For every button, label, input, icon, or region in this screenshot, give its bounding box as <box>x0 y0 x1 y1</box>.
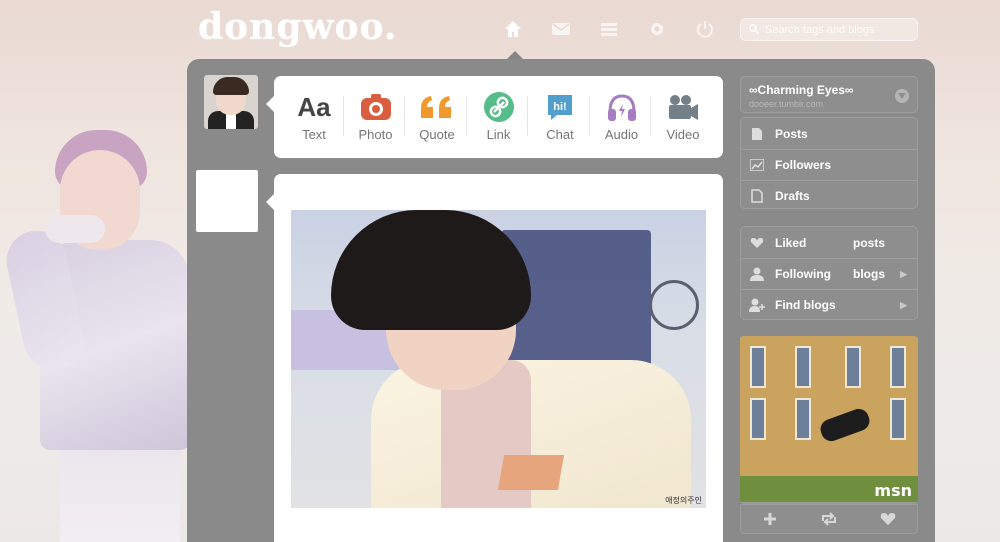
followers-icon <box>749 157 765 173</box>
radar-actions <box>740 504 918 534</box>
photo-post: 애정의주인 <box>266 174 723 542</box>
headphones-icon <box>606 90 638 124</box>
post-author-avatar[interactable] <box>196 170 258 232</box>
top-navigation <box>500 16 718 42</box>
video-camera-icon <box>666 90 700 124</box>
chevron-down-icon[interactable] <box>895 89 909 103</box>
drafts-icon <box>749 188 765 204</box>
mercedes-logo <box>649 280 699 330</box>
blog-name: ∞Charming Eyes∞ <box>749 83 854 97</box>
camera-icon <box>360 90 392 124</box>
list-icon[interactable] <box>596 16 622 42</box>
post-photo[interactable]: 애정의주인 <box>291 210 706 508</box>
posts-icon <box>749 126 765 142</box>
svg-text:hi!: hi! <box>553 101 566 113</box>
sidebar-item-following-blogs[interactable]: Following blogs ▶ <box>741 258 917 289</box>
post-type-link[interactable]: Link <box>465 90 527 158</box>
post-type-video[interactable]: Video <box>650 90 711 158</box>
dashboard-menu: Liked posts Following blogs ▶ Find blogs… <box>740 226 918 320</box>
mail-icon[interactable] <box>548 16 574 42</box>
sidebar-item-drafts[interactable]: Drafts <box>741 180 917 211</box>
sidebar-item-posts[interactable]: Posts <box>741 118 917 149</box>
heart-icon[interactable] <box>878 509 898 529</box>
post-type-audio[interactable]: Audio <box>588 90 650 158</box>
chat-icon: hi! <box>545 90 575 124</box>
reblog-icon[interactable] <box>819 509 839 529</box>
photo-watermark: 애정의주인 <box>665 496 702 505</box>
search-icon <box>749 21 759 39</box>
chevron-right-icon: ▶ <box>900 299 907 310</box>
heart-icon <box>749 235 765 251</box>
sidebar-item-followers[interactable]: Followers <box>741 149 917 180</box>
post-type-quote[interactable]: Quote <box>404 90 465 158</box>
link-icon <box>483 90 515 124</box>
gear-icon[interactable] <box>644 16 670 42</box>
home-icon[interactable] <box>500 16 526 42</box>
blog-logo[interactable]: dongwoo. <box>198 6 397 48</box>
post-type-photo[interactable]: Photo <box>342 90 404 158</box>
plus-icon[interactable] <box>760 509 780 529</box>
background-photo <box>0 110 195 542</box>
text-icon: Aa <box>297 91 331 122</box>
search-input[interactable] <box>765 23 905 36</box>
post-type-chat[interactable]: hi! Chat <box>527 90 588 158</box>
msn-watermark: msn <box>874 481 912 500</box>
chevron-right-icon: ▶ <box>900 268 907 279</box>
blog-url: dooeer.tumblr.com <box>749 99 824 109</box>
blog-switcher[interactable]: ∞Charming Eyes∞ dooeer.tumblr.com <box>740 76 918 113</box>
post-type-text[interactable]: Aa Text <box>286 90 342 158</box>
person-icon <box>749 266 765 282</box>
blog-menu: Posts Followers Drafts <box>740 117 918 209</box>
sidebar-item-liked-posts[interactable]: Liked posts <box>741 227 917 258</box>
power-icon[interactable] <box>692 16 718 42</box>
sidebar-item-find-blogs[interactable]: Find blogs ▶ <box>741 289 917 320</box>
radar-photo[interactable]: msn <box>740 336 918 504</box>
person-add-icon <box>749 297 765 313</box>
post-type-bar: Aa Text Photo Quote Link hi! Chat Audio <box>266 76 723 158</box>
search-bar[interactable] <box>740 18 918 41</box>
user-avatar[interactable] <box>204 75 258 129</box>
quote-icon <box>419 90 455 124</box>
